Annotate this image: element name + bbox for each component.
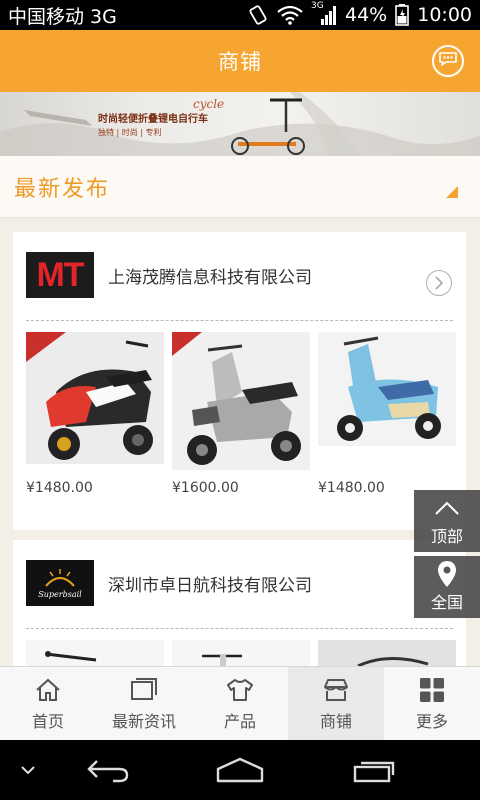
corner-triangle-icon [446, 186, 458, 198]
home-nav-icon[interactable] [212, 740, 268, 800]
chevron-down-icon[interactable] [14, 740, 42, 800]
battery-icon [395, 4, 410, 26]
sunrise-icon [45, 568, 75, 587]
battery-percent: 44% [345, 4, 388, 26]
tab-news[interactable]: 最新资讯 [96, 667, 192, 740]
signal-icon: 3G [311, 1, 337, 25]
bottom-tab-bar: 首页 最新资讯 产品 商铺 更多 [0, 666, 480, 740]
back-to-top-button[interactable]: 顶部 [414, 490, 480, 552]
banner-headline: 时尚轻便折叠锂电自行车 [98, 114, 208, 125]
product-image [318, 332, 456, 446]
location-label: 全国 [430, 593, 463, 612]
shop-header[interactable]: MT 上海茂腾信息科技有限公司 [13, 232, 466, 318]
recent-apps-icon[interactable] [346, 740, 402, 800]
back-to-top-label: 顶部 [430, 527, 463, 546]
vibrate-icon [247, 4, 269, 26]
shop-logo-text: Superbsail [38, 589, 82, 599]
chat-bubble-icon [438, 51, 458, 71]
shop-logo: MT [26, 252, 94, 298]
location-button[interactable]: 全国 [414, 556, 480, 618]
shop-logo-text: MT [36, 255, 84, 294]
promo-banner[interactable]: cycle 时尚轻便折叠锂电自行车 独特 | 时尚 | 专利 [0, 92, 480, 156]
product-item[interactable]: ¥1480.00 [318, 332, 456, 496]
carrier-label: 中国移动 3G [8, 5, 117, 28]
store-icon [322, 676, 350, 704]
tab-more[interactable]: 更多 [384, 667, 480, 740]
banner-tagline: 独特 | 时尚 | 专利 [98, 128, 162, 137]
tab-label: 最新资讯 [111, 711, 176, 731]
tab-products[interactable]: 产品 [192, 667, 288, 740]
banner-script-word: cycle [193, 97, 225, 111]
section-header[interactable]: 最新发布 [0, 156, 480, 218]
news-icon [130, 676, 158, 704]
tab-label: 更多 [415, 711, 448, 731]
tab-stores[interactable]: 商铺 [288, 667, 384, 740]
product-list: ¥1480.00 ¥1600.00 ¥1480.00 [26, 332, 456, 512]
wifi-icon [277, 5, 303, 25]
page-title: 商铺 [218, 50, 262, 74]
network-type-label: 3G [311, 1, 324, 11]
section-title: 最新发布 [14, 176, 111, 202]
product-price: ¥1480.00 [318, 480, 385, 496]
chevron-up-icon [434, 495, 460, 521]
product-price: ¥1600.00 [172, 480, 239, 496]
dashed-divider [26, 320, 453, 321]
home-icon [35, 676, 61, 704]
back-icon[interactable] [80, 740, 136, 800]
system-nav-bar [0, 740, 480, 800]
shop-header[interactable]: Superbsail 深圳市卓日航科技有限公司 [13, 540, 466, 626]
app-header: 商铺 [0, 30, 480, 92]
product-price: ¥1480.00 [26, 480, 93, 496]
chevron-right-icon[interactable] [426, 270, 452, 296]
product-image [26, 332, 164, 464]
shop-logo: Superbsail [26, 560, 94, 606]
tab-home[interactable]: 首页 [0, 667, 96, 740]
shop-name: 深圳市卓日航科技有限公司 [108, 575, 312, 596]
shop-card[interactable]: MT 上海茂腾信息科技有限公司 ¥1480.00 ¥1600.00 ¥1480.… [13, 232, 466, 530]
shop-name: 上海茂腾信息科技有限公司 [108, 267, 312, 288]
grid-icon [419, 676, 445, 704]
shop-card[interactable]: Superbsail 深圳市卓日航科技有限公司 [13, 540, 466, 670]
tab-label: 商铺 [319, 711, 352, 731]
dashed-divider [26, 628, 453, 629]
status-bar: 中国移动 3G 3G 44% 10:00 [0, 0, 480, 30]
tshirt-icon [226, 676, 254, 704]
location-pin-icon [437, 561, 457, 587]
product-image [172, 332, 310, 470]
message-button[interactable] [432, 45, 464, 77]
clock: 10:00 [417, 4, 472, 26]
product-item[interactable]: ¥1480.00 [26, 332, 164, 496]
product-item[interactable]: ¥1600.00 [172, 332, 310, 496]
tab-label: 产品 [223, 711, 256, 731]
tab-label: 首页 [31, 711, 64, 731]
banner-bike-image [0, 92, 480, 156]
